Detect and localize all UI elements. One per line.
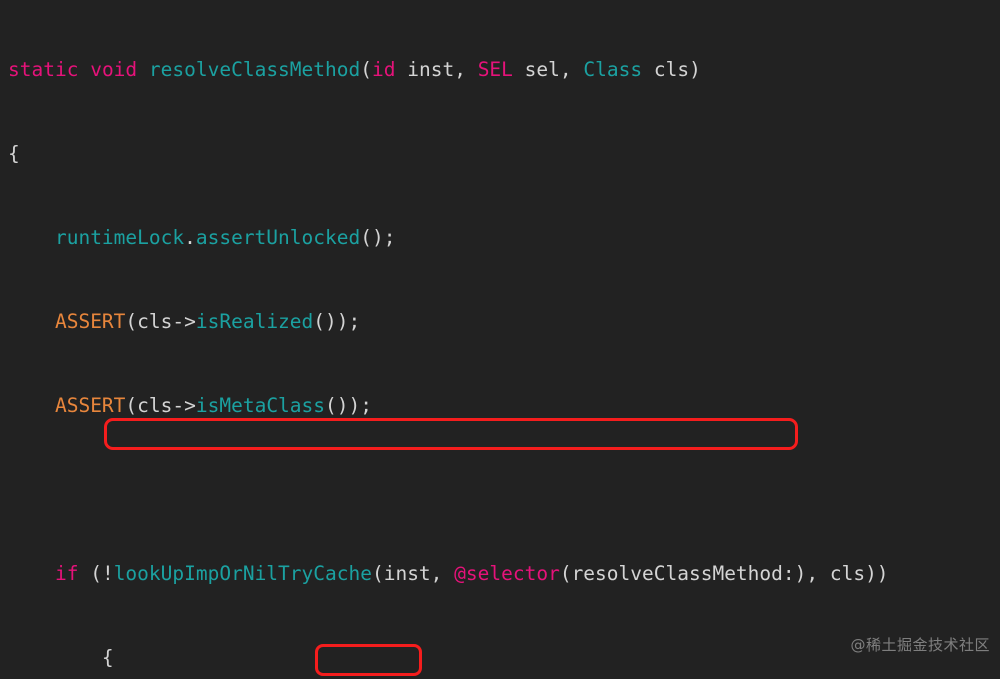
- code-line: runtimeLock.assertUnlocked();: [54, 226, 396, 249]
- code-line: static void resolveClassMethod(id inst, …: [8, 58, 701, 81]
- watermark-text: @稀土掘金技术社区: [850, 636, 990, 654]
- code-line: if (!lookUpImpOrNilTryCache(inst, @selec…: [54, 562, 889, 585]
- code-screenshot: static void resolveClassMethod(id inst, …: [0, 0, 1000, 679]
- code-line: ASSERT(cls->isRealized());: [54, 310, 361, 333]
- code-line: {: [8, 142, 20, 165]
- code-block[interactable]: static void resolveClassMethod(id inst, …: [0, 0, 1000, 679]
- code-line: ASSERT(cls->isMetaClass());: [54, 394, 372, 417]
